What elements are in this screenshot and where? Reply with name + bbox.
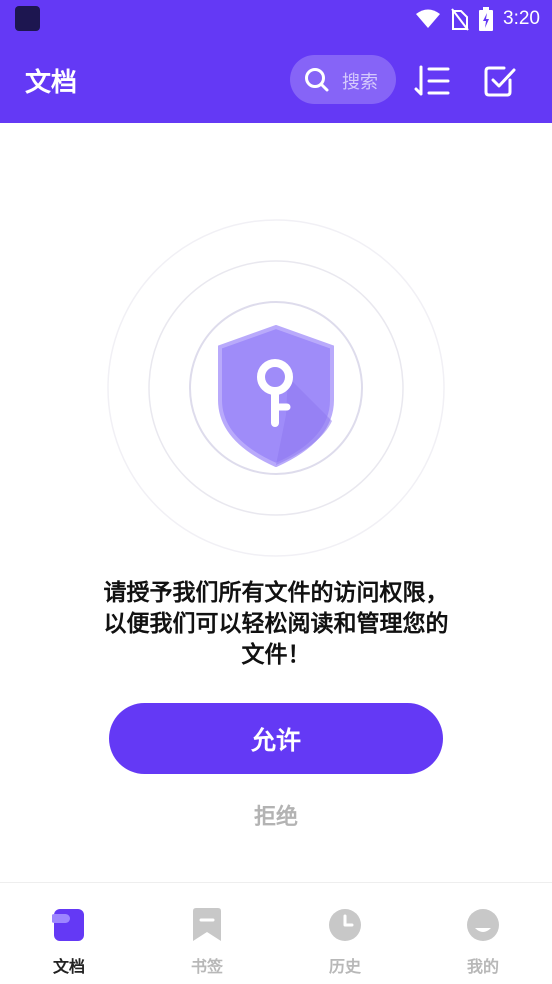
no-sim-icon (451, 8, 469, 31)
app-notification-icon (15, 6, 40, 31)
permission-message-line: 请授予我们所有文件的访问权限， (103, 580, 449, 606)
search-icon (305, 68, 329, 92)
app-bar: 文档 搜索 (0, 38, 552, 123)
nav-label-history: 历史 (328, 957, 361, 976)
nav-item-documents[interactable]: 文档 (0, 883, 138, 984)
nav-label-profile: 我的 (466, 957, 499, 976)
permission-message-line: 文件！ (241, 642, 311, 668)
checkbox-icon (484, 66, 516, 97)
page-title: 文档 (25, 68, 78, 98)
search-placeholder: 搜索 (342, 72, 378, 93)
sort-icon (414, 65, 450, 96)
decorative-rings (107, 219, 445, 557)
deny-button[interactable]: 拒绝 (226, 795, 326, 835)
status-bar: 3:20 (0, 0, 552, 38)
clock-icon (329, 909, 361, 941)
document-icon (52, 909, 84, 941)
permission-message-line: 以便我们可以轻松阅读和管理您的 (103, 611, 449, 637)
select-button[interactable] (484, 65, 516, 97)
bottom-navigation: 文档 书签 历史 我的 (0, 882, 552, 984)
nav-label-bookmarks: 书签 (190, 957, 223, 976)
status-time: 3:20 (503, 8, 540, 29)
wifi-icon (416, 9, 441, 28)
sort-button[interactable] (414, 65, 450, 97)
status-indicators: 3:20 (415, 4, 540, 34)
search-box[interactable]: 搜索 (290, 55, 396, 104)
profile-icon (467, 909, 499, 941)
allow-button[interactable]: 允许 (109, 703, 443, 774)
nav-item-profile[interactable]: 我的 (414, 883, 552, 984)
permission-message: 请授予我们所有文件的访问权限， 以便我们可以轻松阅读和管理您的 文件！ (60, 578, 492, 671)
nav-item-bookmarks[interactable]: 书签 (138, 883, 276, 984)
security-shield-icon (216, 324, 336, 468)
nav-item-history[interactable]: 历史 (276, 883, 414, 984)
bookmark-icon (193, 908, 221, 941)
nav-label-documents: 文档 (52, 957, 85, 976)
battery-icon (479, 7, 494, 31)
